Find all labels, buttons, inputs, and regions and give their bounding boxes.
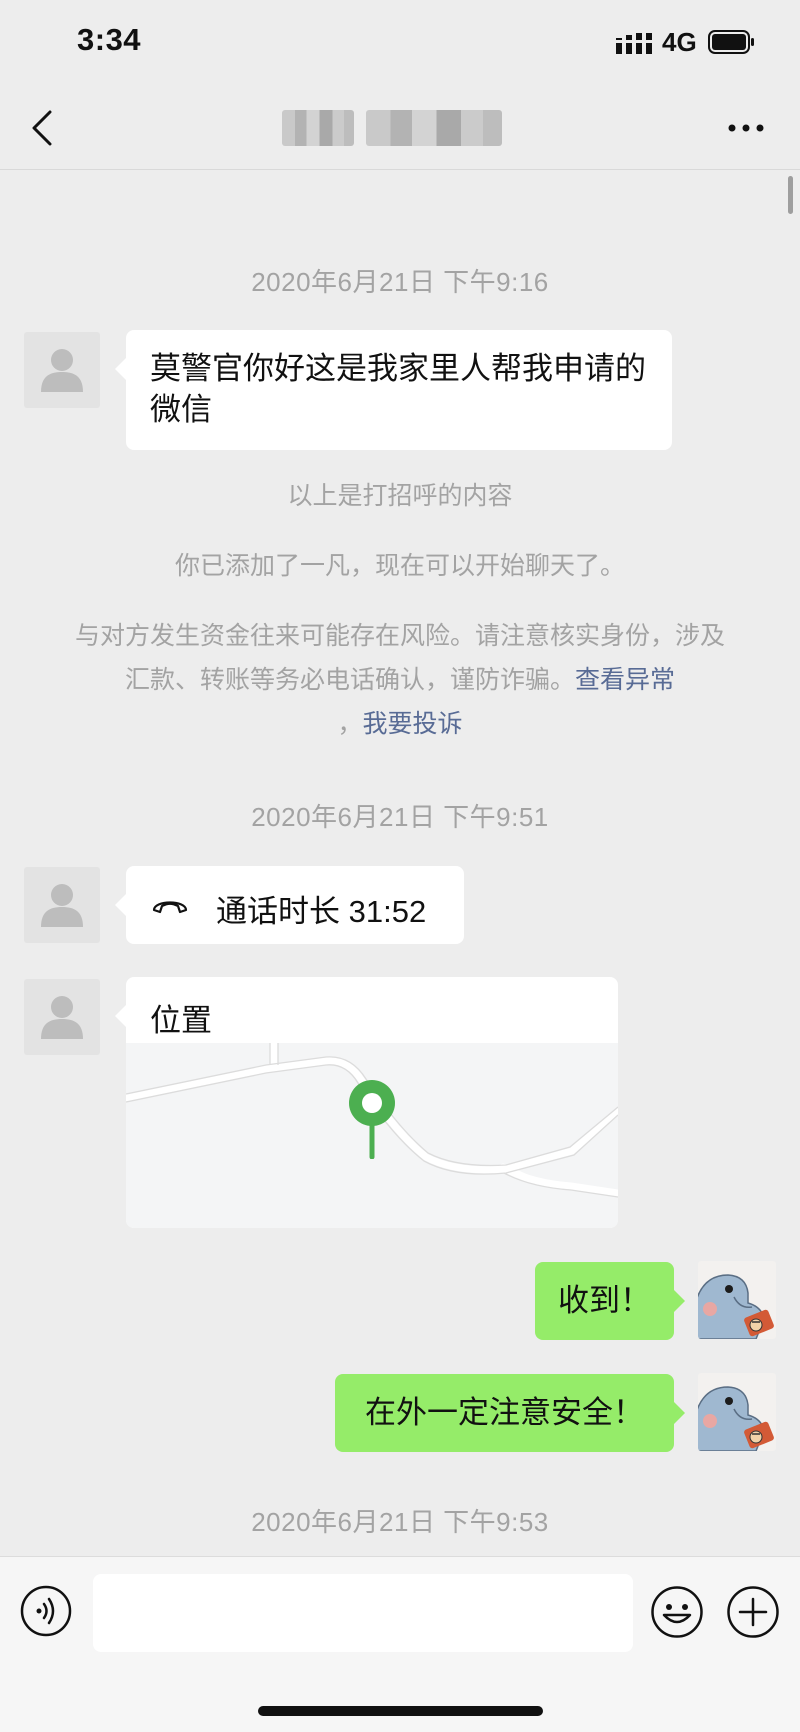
home-indicator[interactable]	[258, 1706, 543, 1716]
chevron-left-icon[interactable]	[28, 108, 58, 148]
person-icon	[41, 349, 83, 392]
network-label: 4G	[662, 27, 697, 57]
call-duration: 通话时长 31:52	[216, 894, 427, 929]
received-message[interactable]: 莫警官你好这是我家里人帮我申请的微信	[115, 330, 672, 450]
status-time: 3:34	[77, 22, 142, 57]
message-input[interactable]	[93, 1574, 633, 1652]
sent-message[interactable]: 收到！	[535, 1262, 685, 1340]
risk-warning: 与对方发生资金往来可能存在风险。请注意核实身份，涉及汇款、转账等务必电话确认，谨…	[66, 614, 734, 746]
contact-avatar[interactable]	[24, 332, 100, 408]
report-link[interactable]: 我要投诉	[363, 710, 463, 738]
nav-divider	[0, 169, 800, 170]
voice-icon[interactable]	[20, 1585, 72, 1637]
plus-icon[interactable]	[726, 1585, 780, 1639]
emoji-icon[interactable]	[650, 1585, 704, 1639]
message-timestamp: 2020年6月21日 下午9:16	[251, 267, 549, 297]
system-message: 你已添加了一凡，现在可以开始聊天了。	[174, 552, 625, 580]
my-avatar[interactable]	[698, 1373, 776, 1451]
warning-separator: ，	[337, 710, 363, 738]
person-icon	[41, 884, 83, 927]
call-record-message[interactable]: 通话时长 31:52	[115, 866, 464, 944]
battery-icon	[708, 30, 754, 54]
phone-hangup-icon	[152, 901, 188, 914]
sent-message[interactable]: 在外一定注意安全！	[335, 1374, 685, 1452]
location-map[interactable]	[126, 1043, 618, 1228]
chat-title-blurred	[282, 110, 354, 146]
location-title: 位置	[150, 1003, 212, 1038]
person-icon	[41, 996, 83, 1039]
scrollbar[interactable]	[788, 176, 793, 214]
view-anomaly-link[interactable]: 查看异常	[575, 666, 675, 694]
location-pin-icon	[349, 1080, 395, 1159]
cartoon-elephant-icon	[698, 1386, 774, 1451]
signal-icon	[616, 30, 652, 54]
system-message: 以上是打招呼的内容	[287, 482, 513, 510]
message-timestamp: 2020年6月21日 下午9:53	[251, 1507, 549, 1537]
cartoon-elephant-icon	[698, 1274, 774, 1339]
message-timestamp: 2020年6月21日 下午9:51	[251, 802, 549, 832]
contact-avatar[interactable]	[24, 867, 100, 943]
contact-avatar[interactable]	[24, 979, 100, 1055]
my-avatar[interactable]	[698, 1261, 776, 1339]
more-icon[interactable]	[726, 116, 766, 140]
chat-title-blurred	[366, 110, 502, 146]
location-message[interactable]: 位置	[115, 977, 618, 1228]
